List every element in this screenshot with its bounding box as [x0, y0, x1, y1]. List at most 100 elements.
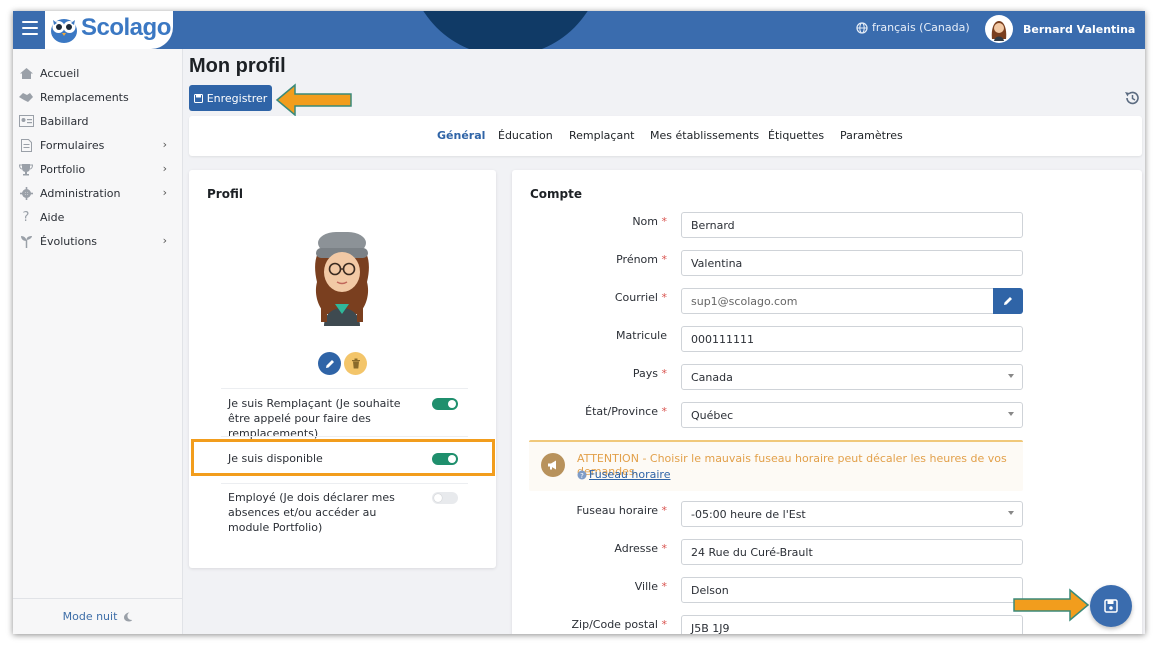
pays-label: Pays * [632, 367, 667, 380]
timezone-help-link[interactable]: ? Fuseau horaire [577, 468, 670, 481]
trophy-icon [13, 163, 40, 176]
chevron-down-icon [1008, 511, 1014, 515]
pencil-icon [325, 359, 334, 368]
matricule-label: Matricule [616, 329, 667, 342]
night-mode-toggle[interactable]: Mode nuit [13, 598, 183, 634]
night-mode-label: Mode nuit [62, 610, 118, 623]
logo[interactable]: Scolago [45, 11, 173, 49]
ville-field[interactable]: Delson [681, 577, 1023, 603]
zip-field[interactable]: J5B 1J9 [681, 615, 1023, 634]
chevron-down-icon [1008, 374, 1014, 378]
tab-parametres[interactable]: Paramètres [840, 129, 903, 142]
chevron-right-icon: › [162, 138, 167, 151]
sidebar-item-evolutions[interactable]: Évolutions › [13, 230, 183, 252]
etat-select[interactable]: Québec [681, 402, 1023, 428]
id-card-icon [13, 115, 40, 127]
user-menu[interactable]: Bernard Valentina [985, 15, 1135, 43]
history-icon[interactable] [1124, 90, 1140, 110]
tab-mes-etablissements[interactable]: Mes établissements [650, 129, 759, 142]
ville-label: Ville * [634, 580, 667, 593]
account-card-title: Compte [530, 187, 583, 201]
sidebar-item-aide[interactable]: ? Aide [13, 206, 183, 228]
tab-general[interactable]: Général [437, 129, 485, 142]
prenom-label: Prénom * [616, 253, 667, 266]
nom-field[interactable]: Bernard [681, 212, 1023, 238]
sidebar-item-label: Accueil [40, 66, 80, 80]
nom-label: Nom * [632, 215, 667, 228]
sidebar-item-portfolio[interactable]: Portfolio › [13, 158, 183, 180]
globe-icon [856, 21, 868, 34]
app-window: Scolago français (Canada) Bernard Valent… [13, 11, 1145, 634]
svg-text:?: ? [580, 472, 584, 480]
annotation-arrow-left [275, 83, 352, 117]
top-bar: Scolago français (Canada) Bernard Valent… [13, 11, 1145, 49]
profile-card: Profil Je suis Remplaçant (Je souhaite ê… [189, 170, 496, 568]
question-circle-icon: ? [577, 470, 587, 480]
chevron-right-icon: › [162, 162, 167, 175]
fuseau-label: Fuseau horaire * [576, 504, 667, 517]
sidebar-item-label: Formulaires [40, 138, 105, 152]
save-button[interactable]: Enregistrer [189, 85, 272, 111]
pays-select[interactable]: Canada [681, 364, 1023, 390]
sidebar-item-label: Remplacements [40, 90, 129, 104]
etat-label: État/Province * [585, 405, 667, 418]
moon-icon [124, 612, 133, 621]
prenom-field[interactable]: Valentina [681, 250, 1023, 276]
page-title: Mon profil [189, 55, 286, 77]
tab-remplacant[interactable]: Remplaçant [569, 129, 634, 142]
remplacant-toggle[interactable] [432, 398, 458, 410]
floating-save-button[interactable] [1090, 585, 1132, 627]
home-icon [13, 67, 40, 80]
option-remplacant-label: Je suis Remplaçant (Je souhaite être app… [228, 397, 401, 440]
sidebar-item-label: Aide [40, 210, 65, 224]
user-name: Bernard Valentina [1023, 22, 1136, 36]
zip-label: Zip/Code postal * [571, 618, 668, 631]
delete-avatar-button[interactable] [344, 352, 367, 375]
tab-education[interactable]: Éducation [498, 129, 553, 142]
divider [221, 483, 468, 484]
language-label: français (Canada) [872, 21, 970, 34]
chevron-right-icon: › [162, 186, 167, 199]
profile-card-title: Profil [207, 187, 243, 201]
sidebar-item-label: Administration [40, 186, 121, 200]
sidebar: Accueil Remplacements Babillard Formulai… [13, 49, 183, 634]
edit-avatar-button[interactable] [318, 352, 341, 375]
account-card: Compte Nom * Bernard Prénom * Valentina … [512, 170, 1142, 634]
avatar [985, 15, 1013, 43]
trash-icon [351, 358, 360, 369]
profile-avatar [315, 232, 369, 326]
pencil-icon [1004, 297, 1012, 305]
floppy-disk-icon [1104, 599, 1118, 613]
language-selector[interactable]: français (Canada) [856, 21, 970, 34]
timezone-alert: ATTENTION - Choisir le mauvais fuseau ho… [529, 440, 1023, 491]
menu-toggle-icon[interactable] [22, 21, 38, 35]
save-button-label: Enregistrer [206, 91, 268, 105]
tab-etiquettes[interactable]: Étiquettes [768, 129, 824, 142]
megaphone-icon [541, 453, 565, 477]
sprout-icon [13, 235, 40, 248]
adresse-label: Adresse * [614, 542, 667, 555]
sidebar-item-accueil[interactable]: Accueil [13, 62, 183, 84]
option-employe-label: Employé (Je dois déclarer mes absences e… [228, 491, 395, 534]
document-icon [13, 138, 40, 152]
employe-toggle[interactable] [432, 492, 458, 504]
adresse-field[interactable]: 24 Rue du Curé-Brault [681, 539, 1023, 565]
question-icon: ? [22, 209, 30, 225]
sidebar-item-formulaires[interactable]: Formulaires › [13, 134, 183, 156]
courriel-field[interactable]: sup1@scolago.com [681, 288, 994, 314]
logo-text: Scolago [81, 14, 171, 41]
gear-icon [13, 186, 40, 200]
sidebar-item-label: Portfolio [40, 162, 86, 176]
sidebar-item-label: Évolutions [40, 234, 98, 248]
sidebar-item-administration[interactable]: Administration › [13, 182, 183, 204]
edit-email-button[interactable] [993, 288, 1023, 314]
chevron-down-icon [1008, 412, 1014, 416]
avatar-image [991, 21, 1007, 41]
courriel-label: Courriel * [614, 291, 667, 304]
sidebar-item-babillard[interactable]: Babillard [13, 110, 183, 132]
fuseau-select[interactable]: -05:00 heure de l'Est [681, 501, 1023, 527]
owl-logo-icon [51, 19, 77, 43]
matricule-field[interactable]: 000111111 [681, 326, 1023, 352]
sidebar-item-remplacements[interactable]: Remplacements [13, 86, 183, 108]
annotation-arrow-right [1013, 588, 1090, 622]
